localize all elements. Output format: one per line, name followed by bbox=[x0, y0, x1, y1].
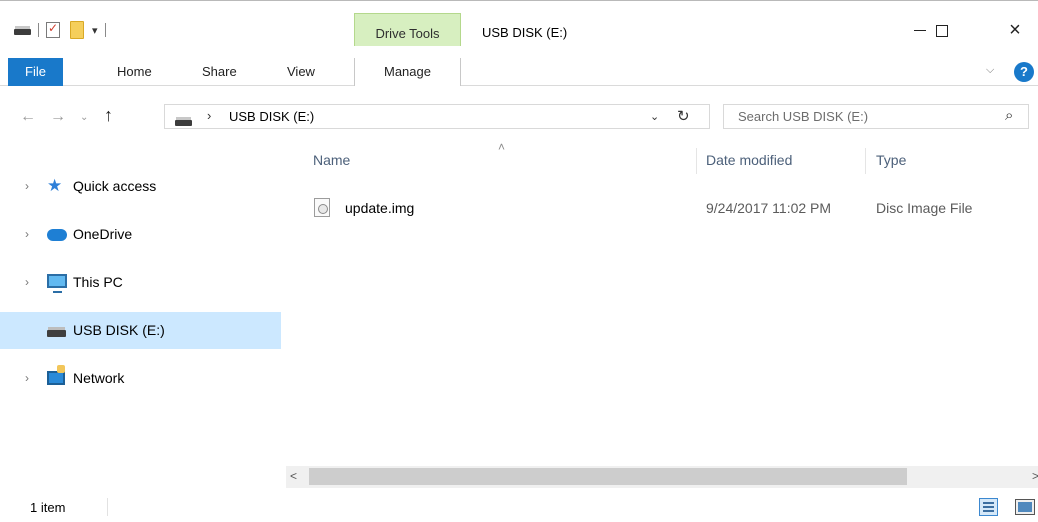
search-icon[interactable]: ⌕ bbox=[1005, 107, 1013, 124]
tab-file[interactable]: File bbox=[8, 58, 63, 86]
nav-item-onedrive[interactable]: › OneDrive bbox=[0, 216, 281, 253]
file-name[interactable]: update.img bbox=[345, 200, 414, 216]
onedrive-cloud-icon bbox=[47, 224, 67, 244]
navigation-bar: ← → ⌄ ↑ › USB DISK (E:) ⌄ ↻ Search USB D… bbox=[0, 96, 1038, 136]
chevron-right-icon[interactable]: › bbox=[25, 227, 29, 241]
recent-locations-icon[interactable]: ⌄ bbox=[80, 112, 88, 123]
scroll-left-arrow-icon[interactable]: < bbox=[290, 469, 297, 483]
nav-item-label: OneDrive bbox=[73, 226, 133, 242]
breadcrumb-separator[interactable]: › bbox=[207, 108, 211, 123]
large-icons-view-icon[interactable] bbox=[1015, 499, 1035, 515]
details-line bbox=[983, 506, 994, 508]
sort-ascending-icon: ˄ bbox=[498, 140, 506, 154]
network-icon bbox=[47, 365, 67, 388]
column-header-type[interactable]: Type bbox=[876, 152, 906, 168]
usb-drive-shape bbox=[47, 327, 66, 337]
tab-home[interactable]: Home bbox=[117, 58, 152, 86]
computer-shape bbox=[47, 274, 67, 293]
column-header-name[interactable]: Name bbox=[313, 152, 350, 168]
item-count: 1 item bbox=[30, 500, 66, 515]
close-button[interactable]: × bbox=[992, 15, 1038, 45]
column-divider[interactable] bbox=[865, 148, 866, 174]
disc-image-file-icon bbox=[314, 198, 330, 217]
nav-item-label: This PC bbox=[73, 274, 123, 290]
search-input[interactable]: Search USB DISK (E:) ⌕ bbox=[723, 104, 1029, 129]
nav-item-network[interactable]: › Network bbox=[0, 360, 281, 397]
network-shape bbox=[47, 365, 65, 385]
details-view-icon[interactable] bbox=[979, 498, 998, 516]
scroll-right-arrow-icon[interactable]: > bbox=[1032, 469, 1038, 483]
navigation-pane: › ★ Quick access › OneDrive › This PC US… bbox=[0, 140, 286, 488]
chevron-right-icon[interactable]: › bbox=[25, 371, 29, 385]
refresh-icon[interactable]: ↻ bbox=[677, 107, 690, 125]
address-dropdown-icon[interactable]: ⌄ bbox=[650, 110, 659, 123]
file-date-modified: 9/24/2017 11:02 PM bbox=[706, 200, 832, 216]
window-title: USB DISK (E:) bbox=[482, 25, 568, 40]
nav-item-label: USB DISK (E:) bbox=[73, 322, 165, 338]
nav-item-label: Quick access bbox=[73, 178, 157, 194]
horizontal-scrollbar[interactable]: < > bbox=[286, 466, 1038, 488]
help-icon[interactable]: ? bbox=[1014, 62, 1034, 82]
toolbar-separator bbox=[38, 23, 39, 37]
drive-icon[interactable] bbox=[14, 26, 31, 35]
up-button[interactable]: ↑ bbox=[104, 105, 113, 126]
quick-access-toolbar: ▾ bbox=[14, 21, 113, 39]
details-line bbox=[983, 502, 994, 504]
maximize-icon bbox=[936, 24, 948, 37]
back-button[interactable]: ← bbox=[20, 108, 36, 126]
file-row[interactable]: update.img 9/24/2017 11:02 PM Disc Image… bbox=[286, 194, 1038, 222]
properties-icon[interactable] bbox=[46, 21, 60, 38]
title-bar: ▾ Drive Tools USB DISK (E:) × bbox=[0, 0, 1038, 47]
expand-ribbon-icon[interactable]: ⌵ bbox=[986, 64, 994, 77]
status-separator bbox=[107, 498, 108, 516]
file-type: Disc Image File bbox=[876, 200, 973, 216]
chevron-right-icon[interactable]: › bbox=[25, 275, 29, 289]
nav-item-label: Network bbox=[73, 370, 125, 386]
usb-drive-icon bbox=[47, 320, 67, 340]
address-bar[interactable]: › USB DISK (E:) ⌄ ↻ bbox=[164, 104, 710, 129]
drive-tools-context-tab: Drive Tools bbox=[354, 13, 461, 47]
column-divider[interactable] bbox=[696, 148, 697, 174]
drive-icon bbox=[175, 117, 192, 126]
file-list: ˄ Name Date modified Type update.img 9/2… bbox=[286, 140, 1038, 466]
toolbar-separator bbox=[104, 23, 106, 37]
ribbon: File Home Share View Manage ⌵ ? bbox=[0, 46, 1038, 86]
quick-access-star-icon: ★ bbox=[47, 176, 63, 195]
tab-view[interactable]: View bbox=[287, 58, 315, 86]
computer-icon bbox=[47, 272, 67, 293]
status-bar: 1 item bbox=[0, 488, 1038, 522]
nav-item-usb-disk[interactable]: USB DISK (E:) bbox=[0, 312, 281, 349]
new-folder-icon[interactable] bbox=[70, 21, 84, 39]
tab-manage[interactable]: Manage bbox=[354, 58, 461, 86]
details-line bbox=[983, 510, 994, 512]
breadcrumb-usb-disk[interactable]: USB DISK (E:) bbox=[229, 109, 314, 124]
tab-share[interactable]: Share bbox=[202, 58, 237, 86]
nav-item-quick-access[interactable]: › ★ Quick access bbox=[0, 168, 281, 205]
forward-button[interactable]: → bbox=[50, 108, 66, 126]
maximize-button[interactable] bbox=[919, 15, 965, 45]
onedrive-cloud-shape bbox=[47, 229, 67, 241]
chevron-right-icon[interactable]: › bbox=[25, 179, 29, 193]
customize-toolbar-icon[interactable]: ▾ bbox=[92, 24, 98, 37]
scrollbar-thumb[interactable] bbox=[309, 468, 907, 485]
nav-item-this-pc[interactable]: › This PC bbox=[0, 264, 281, 301]
search-placeholder: Search USB DISK (E:) bbox=[738, 109, 869, 124]
column-header-date-modified[interactable]: Date modified bbox=[706, 152, 792, 168]
